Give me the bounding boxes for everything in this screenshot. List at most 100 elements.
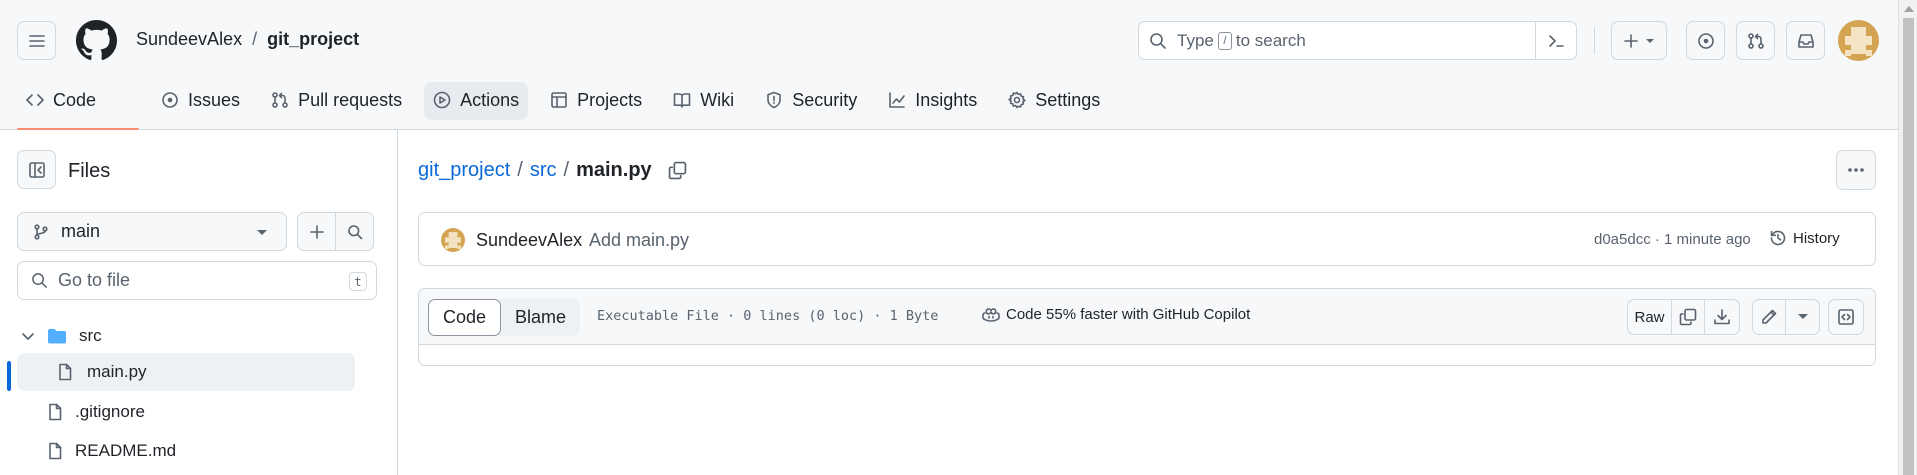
tab-settings-label: Settings — [1035, 90, 1101, 110]
blame-view-button[interactable]: Blame — [501, 299, 580, 336]
search-files-button[interactable] — [335, 212, 374, 251]
copilot-icon — [982, 307, 1000, 322]
git-branch-icon — [34, 223, 48, 240]
sidebar-collapse-icon — [28, 161, 45, 178]
header-divider — [1594, 27, 1595, 54]
git-pull-request-icon — [271, 91, 289, 109]
issues-header-button[interactable] — [1686, 21, 1725, 60]
tree-item-label: main.py — [87, 362, 147, 381]
breadcrumb-repo-link[interactable]: git_project — [418, 159, 510, 182]
tab-security-label: Security — [792, 90, 858, 110]
latest-commit-box: SundeevAlex Add main.py d0a5dcc · 1 minu… — [418, 212, 1876, 266]
scrollbar-thumb[interactable] — [1903, 18, 1914, 475]
file-icon — [57, 363, 73, 381]
file-icon — [47, 403, 63, 421]
history-icon — [1770, 230, 1786, 246]
search-input[interactable]: Type / to search — [1138, 21, 1577, 60]
tab-security[interactable]: Security — [756, 82, 866, 130]
repo-path: SundeevAlex / git_project — [136, 29, 359, 50]
download-icon — [1714, 309, 1730, 325]
tab-code[interactable]: Code — [17, 82, 140, 130]
command-palette-button[interactable] — [1535, 21, 1576, 60]
hamburger-menu-button[interactable] — [17, 21, 56, 60]
search-placeholder: Type / to search — [1177, 31, 1306, 51]
repo-path-separator: / — [252, 29, 258, 49]
graph-icon — [888, 91, 906, 109]
raw-button[interactable]: Raw — [1628, 300, 1672, 334]
collapse-sidebar-button[interactable] — [17, 150, 56, 189]
edit-options-dropdown[interactable] — [1786, 300, 1819, 334]
breadcrumb-dir-link[interactable]: src — [530, 159, 557, 182]
tab-actions[interactable]: Actions — [424, 82, 529, 120]
code-icon — [26, 91, 44, 109]
tab-issues-label: Issues — [188, 90, 241, 110]
tab-insights[interactable]: Insights — [879, 82, 986, 130]
copilot-promo-link[interactable]: Code 55% faster with GitHub Copilot — [982, 306, 1250, 323]
commit-message-link[interactable]: Add main.py — [589, 230, 689, 251]
code-view-button[interactable]: Code — [428, 299, 502, 336]
breadcrumb-separator: / — [517, 159, 523, 181]
copy-icon — [668, 161, 686, 180]
tab-actions-label: Actions — [460, 90, 520, 110]
tree-item-label: src — [79, 326, 102, 345]
commit-author-avatar[interactable] — [441, 228, 465, 252]
pull-requests-header-button[interactable] — [1736, 21, 1775, 60]
tab-projects[interactable]: Projects — [541, 82, 651, 130]
shield-icon — [765, 91, 783, 109]
git-pull-request-icon — [1747, 32, 1764, 49]
file-info: Executable File · 0 lines (0 loc) · 1 By… — [597, 308, 939, 324]
repo-nav-tabs: Code Issues Pull requests Actions Projec… — [17, 82, 1122, 130]
pencil-icon — [1762, 309, 1777, 324]
edit-file-button[interactable] — [1753, 300, 1786, 334]
go-to-file-placeholder: Go to file — [58, 270, 131, 290]
copy-raw-button[interactable] — [1672, 300, 1705, 334]
copy-icon — [1679, 308, 1697, 326]
plus-icon — [1624, 33, 1638, 48]
repo-name-link[interactable]: git_project — [267, 29, 359, 50]
code-blame-toggle: Code Blame — [428, 299, 581, 336]
tab-pull-requests[interactable]: Pull requests — [262, 82, 411, 130]
copy-path-button[interactable] — [668, 161, 687, 180]
book-icon — [673, 91, 691, 109]
create-new-button[interactable] — [1611, 21, 1667, 60]
tab-settings[interactable]: Settings — [999, 82, 1109, 130]
scroll-up-arrow-icon[interactable] — [1904, 6, 1914, 12]
inbox-icon — [1797, 33, 1814, 48]
search-icon — [347, 224, 362, 239]
tree-file-readme[interactable]: README.md — [17, 432, 176, 470]
breadcrumb-current-file: main.py — [576, 159, 652, 181]
commit-meta[interactable]: d0a5dcc · 1 minute ago — [1594, 231, 1751, 248]
download-raw-button[interactable] — [1705, 300, 1739, 334]
tree-file-gitignore[interactable]: .gitignore — [17, 393, 145, 431]
github-logo-icon[interactable] — [76, 20, 117, 61]
tree-folder-src[interactable]: src — [17, 317, 102, 355]
user-avatar[interactable] — [1838, 20, 1879, 61]
go-to-file-input[interactable]: Go to file t — [17, 261, 377, 300]
raw-copy-download-group: Raw — [1627, 299, 1740, 335]
folder-open-icon — [47, 327, 67, 345]
global-header: SundeevAlex / git_project Type / to sear… — [0, 0, 1898, 130]
commit-author-link[interactable]: SundeevAlex — [476, 230, 582, 251]
history-button[interactable]: History — [1769, 229, 1840, 247]
tab-code-label: Code — [53, 90, 97, 110]
kebab-horizontal-icon — [1848, 168, 1864, 172]
repo-owner-link[interactable]: SundeevAlex — [136, 29, 242, 50]
plus-icon — [309, 224, 324, 239]
more-options-button[interactable] — [1836, 150, 1876, 190]
add-file-button[interactable] — [297, 212, 336, 251]
symbols-panel-button[interactable] — [1828, 299, 1864, 335]
tab-issues[interactable]: Issues — [152, 82, 249, 130]
tree-file-main-py[interactable]: main.py — [17, 353, 355, 391]
search-icon — [1149, 32, 1167, 50]
terminal-icon — [1549, 34, 1564, 47]
file-header: Code Blame Executable File · 0 lines (0 … — [419, 289, 1875, 345]
table-icon — [550, 91, 568, 109]
inbox-button[interactable] — [1786, 21, 1825, 60]
page-scrollbar[interactable] — [1898, 0, 1917, 475]
tab-wiki[interactable]: Wiki — [664, 82, 743, 130]
branch-selector-button[interactable]: main — [17, 212, 287, 251]
search-shortcut-key: / — [1217, 31, 1232, 50]
go-to-file-shortcut: t — [349, 272, 367, 291]
branch-name: main — [61, 221, 101, 241]
copilot-promo-label: Code 55% faster with GitHub Copilot — [1006, 306, 1251, 323]
